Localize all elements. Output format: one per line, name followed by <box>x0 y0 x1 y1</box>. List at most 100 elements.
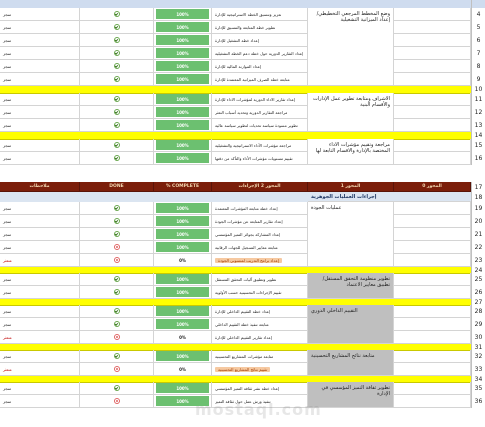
complete-cell[interactable]: 100% <box>154 382 212 395</box>
done-cell[interactable] <box>80 8 154 21</box>
action-cell[interactable]: متابعة مؤشرات المشاريع التحسينية <box>212 350 308 363</box>
status-cell[interactable]: متعثر <box>0 331 80 344</box>
done-cell[interactable] <box>80 350 154 363</box>
action-cell[interactable]: مراجعة التقارير الدورية وتحديد أسباب الت… <box>212 106 308 119</box>
action-cell[interactable]: تطوير مسودة سياسة تحدياث لتطوير سياسة عا… <box>212 119 308 132</box>
complete-cell[interactable]: 100% <box>154 119 212 132</box>
complete-cell[interactable]: 100% <box>154 34 212 47</box>
status-cell[interactable]: منجز <box>0 34 80 47</box>
status-cell[interactable]: متعثر <box>0 363 80 376</box>
done-cell[interactable] <box>80 34 154 47</box>
status-cell[interactable]: منجز <box>0 350 80 363</box>
status-cell[interactable]: منجز <box>0 47 80 60</box>
done-cell[interactable] <box>80 60 154 73</box>
done-cell[interactable] <box>80 363 154 376</box>
complete-cell[interactable]: 100% <box>154 47 212 60</box>
status-cell[interactable]: منجز <box>0 119 80 132</box>
action-cell[interactable]: تقييم مستويات مؤشرات الأداء والتأكد من د… <box>212 152 308 165</box>
complete-cell[interactable]: 100% <box>154 139 212 152</box>
status-cell[interactable]: منجز <box>0 228 80 241</box>
complete-cell[interactable]: 0% <box>154 363 212 376</box>
done-cell[interactable] <box>80 106 154 119</box>
action-cell[interactable]: إعداد خطة متابعة المؤشرات المعتمدة <box>212 202 308 215</box>
action-cell[interactable]: تقييم نتائج المشاريع التحسينية <box>212 363 308 376</box>
status-cell[interactable]: منجز <box>0 106 80 119</box>
status-cell[interactable]: منجز <box>0 8 80 21</box>
done-cell[interactable] <box>80 21 154 34</box>
status-cell[interactable]: منجز <box>0 139 80 152</box>
complete-cell[interactable]: 100% <box>154 286 212 299</box>
status-cell[interactable]: منجز <box>0 60 80 73</box>
complete-cell[interactable]: 0% <box>154 331 212 344</box>
done-cell[interactable] <box>80 228 154 241</box>
status-cell[interactable]: منجز <box>0 73 80 86</box>
complete-cell[interactable]: 100% <box>154 318 212 331</box>
complete-cell[interactable]: 100% <box>154 241 212 254</box>
complete-cell[interactable]: 100% <box>154 106 212 119</box>
action-cell[interactable]: إعداد التقارير الدورية حول خطة دعم الخطة… <box>212 47 308 60</box>
action-cell[interactable]: إعداد برامج التدريب لمنسوبي الجودة <box>212 254 308 267</box>
status-cell[interactable]: منجز <box>0 305 80 318</box>
complete-cell[interactable]: 100% <box>154 21 212 34</box>
done-cell[interactable] <box>80 202 154 215</box>
done-cell[interactable] <box>80 47 154 60</box>
complete-cell[interactable]: 100% <box>154 93 212 106</box>
done-cell[interactable] <box>80 318 154 331</box>
done-cell[interactable] <box>80 215 154 228</box>
status-cell[interactable]: منجز <box>0 382 80 395</box>
action-cell[interactable]: إعداد خطة التقييم الداخلي للإدارة <box>212 305 308 318</box>
complete-cell[interactable]: 100% <box>154 228 212 241</box>
status-cell[interactable]: منجز <box>0 318 80 331</box>
action-cell[interactable]: إعداد تقارير المتابعة عن مؤشرات الجودة <box>212 215 308 228</box>
percent-complete: 100% <box>156 48 209 58</box>
action-cell[interactable]: إعداد تقارير الاداء الدورية لمؤشرات الاد… <box>212 93 308 106</box>
status-cell[interactable]: منجز <box>0 241 80 254</box>
action-cell[interactable]: تطوير خطة المتابعة والتنسيق للإدارة <box>212 21 308 34</box>
done-cell[interactable] <box>80 241 154 254</box>
done-cell[interactable] <box>80 331 154 344</box>
complete-cell[interactable]: 100% <box>154 215 212 228</box>
action-text: إعداد الموازنة المالية للإدارة <box>215 63 262 69</box>
done-cell[interactable] <box>80 93 154 106</box>
done-cell[interactable] <box>80 254 154 267</box>
status-cell[interactable]: منجز <box>0 152 80 165</box>
done-cell[interactable] <box>80 152 154 165</box>
complete-cell[interactable]: 100% <box>154 350 212 363</box>
action-cell[interactable]: مراجعة مؤشرات الأداء الاستراتيجية والتشغ… <box>212 139 308 152</box>
status-cell[interactable]: منجز <box>0 21 80 34</box>
action-cell[interactable]: إعداد خطة التشغيل للإدارة <box>212 34 308 47</box>
complete-cell[interactable]: 100% <box>154 8 212 21</box>
action-cell[interactable]: إعداد تقارير التقييم الداخلي للإدارة <box>212 331 308 344</box>
action-cell[interactable]: تطوير وتطبيق آليات التحقق المستقل <box>212 273 308 286</box>
action-cell[interactable]: متابعة خطة الصرف الميزانية المعتمدة للإد… <box>212 73 308 86</box>
done-cell[interactable] <box>80 273 154 286</box>
complete-cell[interactable]: 100% <box>154 305 212 318</box>
done-cell[interactable] <box>80 382 154 395</box>
complete-cell[interactable]: 100% <box>154 273 212 286</box>
complete-cell[interactable]: 100% <box>154 202 212 215</box>
done-cell[interactable] <box>80 395 154 408</box>
action-cell[interactable]: متابعة معايير التسجيل للجهات الرقابية <box>212 241 308 254</box>
status-cell[interactable]: منجز <box>0 395 80 408</box>
status-cell[interactable]: منجز <box>0 202 80 215</box>
status-cell[interactable]: منجز <box>0 93 80 106</box>
action-cell[interactable]: تعزيز وتنسيق الخطة الاستراتيجية للإدارة <box>212 8 308 21</box>
done-cell[interactable] <box>80 119 154 132</box>
status-cell[interactable]: منجز <box>0 286 80 299</box>
action-cell[interactable]: إعداد المشاركة بجوائز التميز المؤسسي <box>212 228 308 241</box>
complete-cell[interactable]: 0% <box>154 254 212 267</box>
status-cell[interactable]: منجز <box>0 273 80 286</box>
done-cell[interactable] <box>80 139 154 152</box>
done-cell[interactable] <box>80 286 154 299</box>
complete-cell[interactable]: 100% <box>154 60 212 73</box>
complete-cell[interactable]: 100% <box>154 152 212 165</box>
complete-cell[interactable]: 100% <box>154 73 212 86</box>
action-cell[interactable]: إعداد خطة نشر ثقافة التميز المؤسسي <box>212 382 308 395</box>
status-cell[interactable]: متعثر <box>0 254 80 267</box>
done-cell[interactable] <box>80 73 154 86</box>
action-cell[interactable]: إعداد الموازنة المالية للإدارة <box>212 60 308 73</box>
done-cell[interactable] <box>80 305 154 318</box>
status-cell[interactable]: منجز <box>0 215 80 228</box>
action-cell[interactable]: تقييم الإجراءات التحسينية حسب الأولوية <box>212 286 308 299</box>
action-cell[interactable]: متابعة تنفيذ خطة التقييم الداخلي <box>212 318 308 331</box>
